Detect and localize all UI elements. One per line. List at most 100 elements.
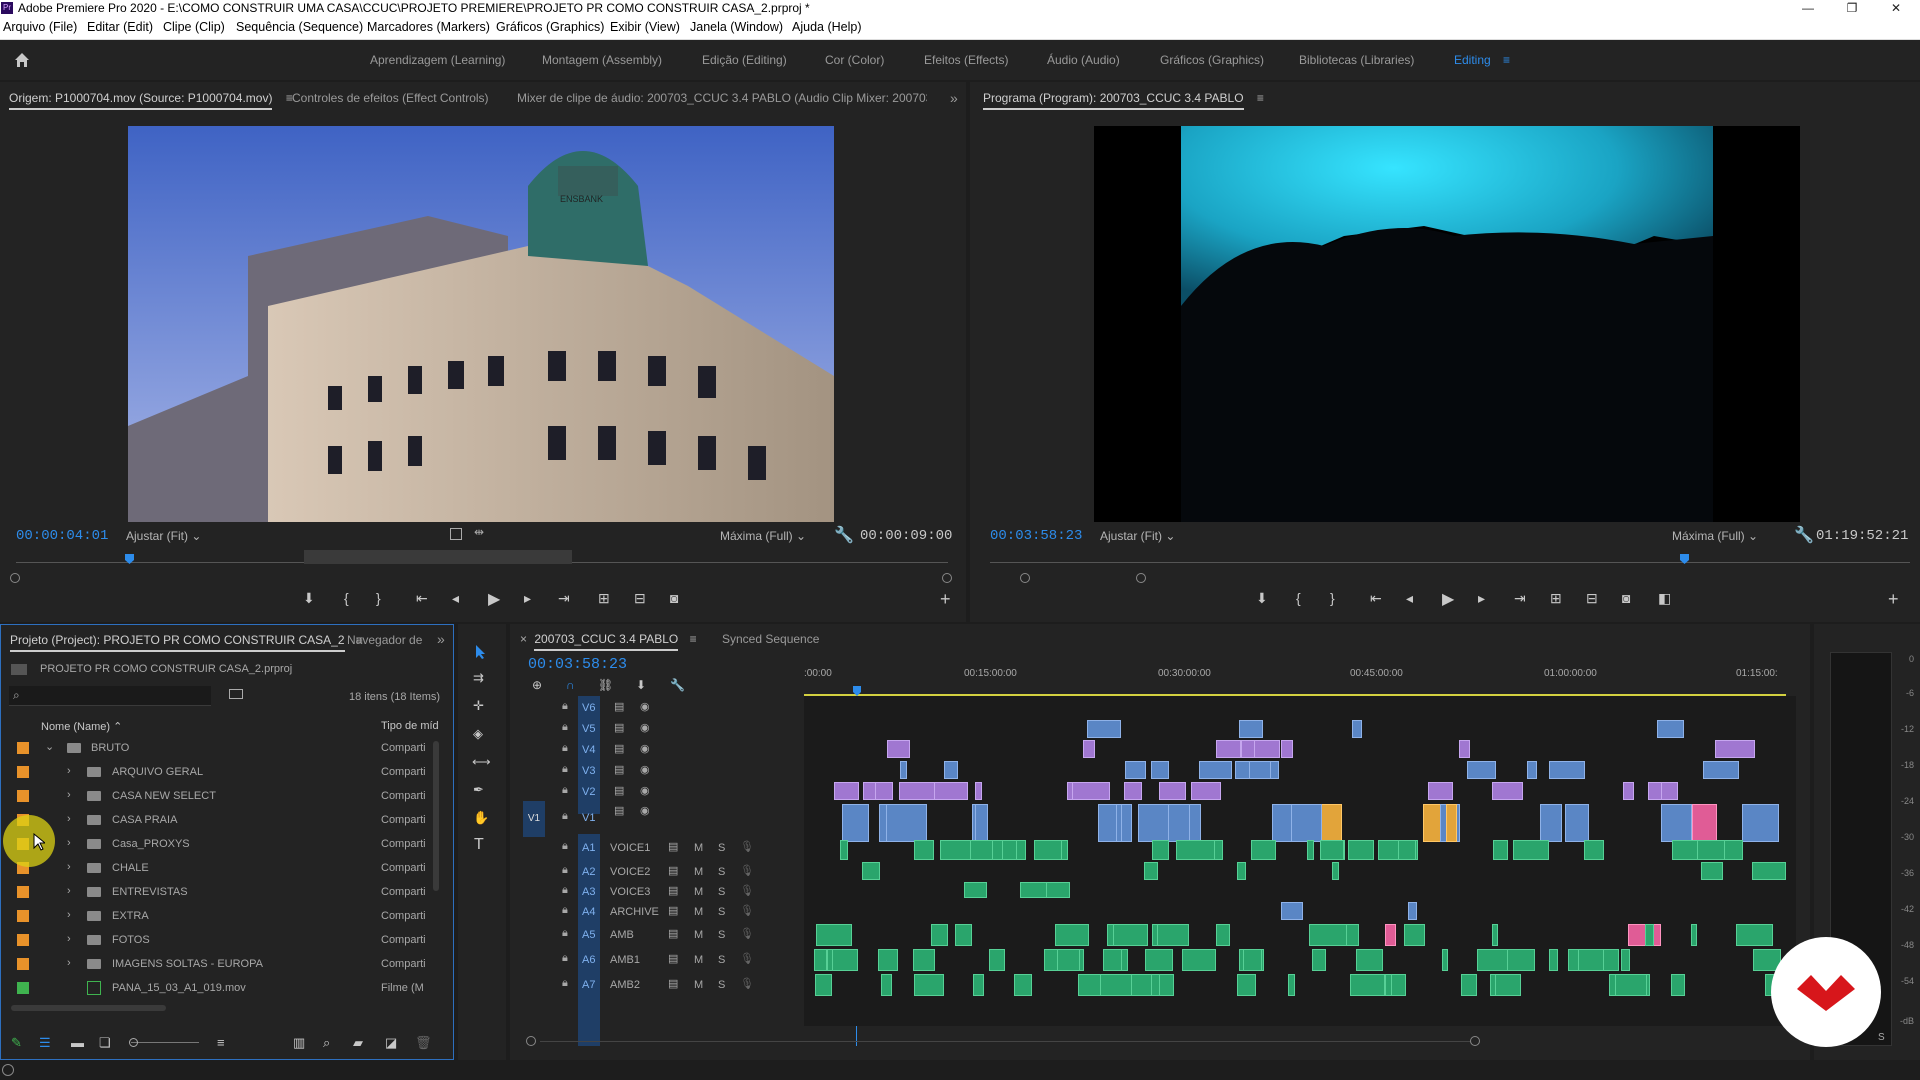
lock-icon[interactable]: 🔒︎ (562, 904, 568, 917)
step-forward-icon[interactable]: ▸ (524, 590, 531, 607)
list-item[interactable]: ⌄ BRUTO Comparti (1, 737, 449, 761)
timeline-clip[interactable] (973, 974, 984, 996)
workspace-libraries[interactable]: Bibliotecas (Libraries) (1299, 53, 1414, 67)
timeline-clip[interactable] (1442, 949, 1448, 971)
expand-icon[interactable]: › (67, 909, 71, 921)
workspace-graphics[interactable]: Gráficos (Graphics) (1160, 53, 1264, 67)
mute-button[interactable]: M (694, 954, 703, 966)
menu-help[interactable]: Ajuda (Help) (792, 20, 861, 34)
menu-sequence[interactable]: Sequência (Sequence) (236, 20, 363, 34)
timeline-clip[interactable] (1243, 949, 1262, 971)
program-timecode[interactable]: 00:03:58:23 (990, 528, 1082, 544)
slip-tool-icon[interactable]: ⟷ (472, 754, 491, 770)
sync-lock-icon[interactable]: ▤ (614, 784, 624, 797)
mic-icon[interactable]: 🎙︎ (740, 977, 754, 990)
timeline-clip[interactable] (1320, 840, 1344, 860)
tab-audio-clip-mixer[interactable]: Mixer de clipe de áudio: 200703_CCUC 3.4… (517, 91, 927, 105)
timeline-clip[interactable] (1657, 720, 1684, 738)
wrench-icon[interactable]: 🔧 (834, 525, 854, 545)
track-v5[interactable]: V5 (582, 723, 595, 735)
timeline-clip[interactable] (1724, 840, 1743, 860)
mute-button[interactable]: M (694, 906, 703, 918)
timeline-clip[interactable] (1237, 862, 1246, 880)
timeline-ruler[interactable]: :00:00 00:15:00:00 00:30:00:00 00:45:00:… (804, 664, 1804, 688)
timeline-hscrollbar[interactable] (540, 1041, 1470, 1042)
insert-overlay-icon[interactable] (450, 528, 462, 540)
timeline-clip[interactable] (1490, 974, 1496, 996)
timeline-clip[interactable] (1507, 949, 1535, 971)
add-marker-icon[interactable]: ⬇ (303, 590, 315, 607)
sync-lock-icon[interactable]: ▤ (614, 763, 624, 776)
expand-icon[interactable]: › (67, 933, 71, 945)
tab-effect-controls[interactable]: Controles de efeitos (Effect Controls) (292, 91, 489, 105)
tab-menu-icon[interactable]: ≡ (690, 632, 697, 646)
track-v3[interactable]: V3 (582, 765, 595, 777)
timeline-clip[interactable] (1492, 924, 1498, 946)
list-item[interactable]: PANA_15_03_A1_019.mov Filme (M (1, 977, 449, 1001)
zoom-slider[interactable] (131, 1042, 199, 1043)
play-icon[interactable]: ▶ (488, 589, 500, 609)
timeline-clip[interactable] (1459, 740, 1470, 758)
sync-lock-icon[interactable]: ▤ (668, 840, 678, 853)
track-v1[interactable]: V1 (582, 812, 595, 824)
timeline-clip[interactable] (1216, 740, 1241, 758)
timeline-clip[interactable] (1034, 840, 1062, 860)
timeline-clip[interactable] (1116, 804, 1122, 842)
wrench-icon[interactable]: 🔧 (1794, 525, 1814, 545)
label-swatch[interactable] (17, 934, 29, 946)
source-fit-dropdown[interactable]: Ajustar (Fit) ⌄ (126, 529, 201, 543)
list-item[interactable]: › FOTOS Comparti (1, 929, 449, 953)
timeline-clip[interactable] (914, 840, 934, 860)
insert-icon[interactable]: ⊞ (598, 590, 610, 607)
timeline-clip[interactable] (1251, 840, 1276, 860)
icon-view-icon[interactable]: ▬ (71, 1035, 84, 1050)
list-item[interactable]: › Casa_PROXYS Comparti (1, 833, 449, 857)
timeline-clip[interactable] (1350, 974, 1385, 996)
sync-lock-icon[interactable]: ▤ (614, 804, 624, 817)
timeline-clip[interactable] (1446, 804, 1457, 842)
timeline-clip[interactable] (1239, 720, 1263, 738)
program-fit-dropdown[interactable]: Ajustar (Fit) ⌄ (1100, 529, 1175, 543)
timeline-clip[interactable] (1168, 804, 1190, 842)
timeline-clip[interactable] (1281, 902, 1303, 920)
program-quality-dropdown[interactable]: Máxima (Full) ⌄ (1672, 529, 1758, 543)
label-swatch[interactable] (17, 958, 29, 970)
label-swatch[interactable] (17, 982, 29, 994)
timeline-clip[interactable] (1513, 840, 1549, 860)
timeline-clip[interactable] (1321, 804, 1342, 842)
sync-lock-icon[interactable]: ▤ (614, 742, 624, 755)
mute-button[interactable]: M (694, 842, 703, 854)
minimize-icon[interactable]: — (1786, 0, 1830, 16)
timeline-clip[interactable] (1176, 840, 1215, 860)
lock-icon[interactable]: 🔒︎ (562, 700, 568, 713)
source-inout-range[interactable] (304, 550, 572, 564)
timeline-clip[interactable] (834, 782, 859, 800)
timeline-clip[interactable] (1098, 804, 1132, 842)
timeline-clip[interactable] (970, 840, 993, 860)
close-icon[interactable]: ✕ (1874, 0, 1918, 16)
add-marker-icon[interactable]: ⬇ (1256, 590, 1268, 607)
project-scrollbar[interactable] (11, 1005, 166, 1011)
timeline-clip[interactable] (887, 740, 910, 758)
timeline-clip[interactable] (1671, 974, 1685, 996)
go-to-in-icon[interactable]: ⇤ (416, 590, 428, 607)
zoom-handle-right[interactable] (1136, 573, 1146, 583)
overwrite-icon[interactable]: ⊟ (634, 590, 646, 607)
timeline-clip[interactable] (1281, 740, 1293, 758)
label-swatch[interactable] (17, 742, 29, 754)
timeline-clip[interactable] (1272, 804, 1292, 842)
timeline-clip[interactable] (1672, 840, 1698, 860)
expand-icon[interactable]: › (67, 957, 71, 969)
timeline-clip[interactable] (1113, 924, 1148, 946)
timeline-clip[interactable] (1701, 862, 1723, 880)
lock-icon[interactable]: 🔒︎ (562, 952, 568, 965)
sync-lock-icon[interactable]: ▤ (614, 700, 624, 713)
lock-icon[interactable]: 🔒︎ (562, 810, 568, 823)
timeline-clip[interactable] (816, 924, 852, 946)
mic-icon[interactable]: 🎙︎ (740, 952, 754, 965)
comparison-view-icon[interactable]: ◧ (1658, 590, 1671, 607)
timeline-clip[interactable] (1549, 949, 1558, 971)
timeline-clip[interactable] (1144, 862, 1158, 880)
lock-icon[interactable]: 🔒︎ (562, 977, 568, 990)
panel-overflow-icon[interactable]: » (437, 631, 445, 647)
